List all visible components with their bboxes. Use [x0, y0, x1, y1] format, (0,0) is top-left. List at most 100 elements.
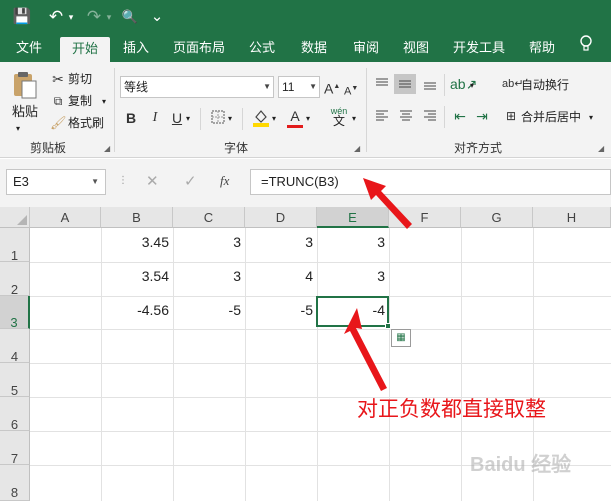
font-name-select[interactable]: 等线 ▼ — [120, 76, 274, 98]
border-icon[interactable] — [210, 110, 226, 127]
cut-button[interactable]: 剪切 — [68, 71, 92, 87]
customize-toolbar-icon[interactable]: ⌄ — [150, 6, 164, 28]
tab-insert[interactable]: 插入 — [114, 34, 158, 62]
cancel-icon[interactable]: ✕ — [146, 172, 159, 190]
underline-dropdown-icon[interactable]: ▾ — [186, 111, 190, 127]
font-color-icon[interactable]: A — [286, 108, 304, 128]
clipboard-launcher-icon[interactable]: ◢ — [104, 144, 110, 153]
increase-font-icon[interactable]: A▲ — [324, 79, 340, 97]
border-dropdown-icon[interactable]: ▾ — [228, 111, 232, 127]
font-color-dropdown-icon[interactable]: ▾ — [306, 111, 310, 127]
cell-b3[interactable]: -4.56 — [101, 300, 173, 320]
column-header-a[interactable]: A — [30, 207, 101, 228]
font-size-select[interactable]: 11 ▼ — [278, 76, 320, 98]
cell-d1[interactable]: 3 — [245, 232, 317, 252]
row-header-6[interactable]: 6 — [0, 397, 30, 432]
row-header-4[interactable]: 4 — [0, 329, 30, 364]
cell-c3[interactable]: -5 — [173, 300, 245, 320]
column-header-b[interactable]: B — [101, 207, 173, 228]
row-header-3[interactable]: 3 — [0, 296, 30, 330]
tab-home[interactable]: 开始 — [60, 37, 110, 62]
align-middle-icon[interactable] — [394, 74, 416, 94]
align-center-icon[interactable] — [396, 108, 416, 127]
phonetic-dropdown-icon[interactable]: ▾ — [352, 111, 356, 127]
format-painter-button[interactable]: 格式刷 — [68, 115, 104, 131]
decrease-indent-icon[interactable]: ⇤ — [450, 108, 470, 124]
cell-e1[interactable]: 3 — [317, 232, 389, 252]
font-launcher-icon[interactable]: ◢ — [354, 144, 360, 153]
column-header-e[interactable]: E — [317, 207, 389, 228]
cell-b2[interactable]: 3.54 — [101, 266, 173, 286]
cell-c1[interactable]: 3 — [173, 232, 245, 252]
print-preview-icon[interactable]: 🔍 — [120, 6, 140, 28]
undo-dropdown-icon[interactable]: ▾ — [66, 6, 76, 28]
cell-d2[interactable]: 4 — [245, 266, 317, 286]
cell-b1[interactable]: 3.45 — [101, 232, 173, 252]
merge-center-button[interactable]: 合并后居中 — [521, 109, 581, 125]
alignment-launcher-icon[interactable]: ◢ — [598, 144, 604, 153]
underline-button[interactable]: U — [170, 110, 184, 126]
divider — [444, 106, 445, 128]
select-all-corner[interactable] — [0, 207, 30, 228]
column-header-f[interactable]: F — [389, 207, 461, 228]
tab-formulas[interactable]: 公式 — [240, 34, 284, 62]
phonetic-guide-button[interactable]: wén 文 — [330, 106, 348, 127]
decrease-font-icon[interactable]: A▼ — [344, 81, 358, 100]
gridline — [30, 262, 611, 263]
cell-e2[interactable]: 3 — [317, 266, 389, 286]
format-painter-icon[interactable]: 🖌 — [50, 115, 67, 131]
column-header-c[interactable]: C — [173, 207, 245, 228]
tab-developer[interactable]: 开发工具 — [446, 34, 512, 62]
orientation-icon[interactable]: ab↗ — [450, 76, 477, 92]
align-bottom-icon[interactable] — [420, 76, 440, 95]
align-right-icon[interactable] — [420, 108, 440, 127]
cell-c2[interactable]: 3 — [173, 266, 245, 286]
copy-button[interactable]: 复制 — [68, 93, 92, 109]
tab-page-layout[interactable]: 页面布局 — [166, 34, 232, 62]
gridline — [30, 329, 611, 330]
tab-data[interactable]: 数据 — [292, 34, 336, 62]
cell-d3[interactable]: -5 — [245, 300, 317, 320]
paste-button[interactable]: 粘贴 — [12, 104, 38, 120]
row-header-5[interactable]: 5 — [0, 363, 30, 398]
paste-icon[interactable] — [12, 70, 38, 100]
enter-icon[interactable]: ✓ — [184, 172, 197, 190]
save-icon[interactable]: 💾 — [12, 6, 32, 28]
fill-color-icon[interactable] — [252, 108, 270, 131]
align-top-icon[interactable] — [372, 76, 392, 95]
tab-review[interactable]: 审阅 — [344, 34, 388, 62]
wrap-text-button[interactable]: 自动换行 — [521, 77, 569, 93]
lightbulb-icon[interactable] — [574, 34, 598, 62]
merge-center-icon[interactable]: ⊞ — [502, 108, 520, 124]
column-header-g[interactable]: G — [461, 207, 533, 228]
fill-color-dropdown-icon[interactable]: ▾ — [272, 111, 276, 127]
quick-analysis-icon[interactable]: ▦ — [391, 329, 411, 347]
undo-icon[interactable]: ↶ — [46, 6, 66, 28]
redo-dropdown-icon[interactable]: ▾ — [104, 6, 114, 28]
tab-help[interactable]: 帮助 — [520, 34, 564, 62]
row-header-8[interactable]: 8 — [0, 465, 30, 501]
name-box[interactable]: E3 ▼ — [6, 169, 106, 195]
scissors-icon[interactable]: ✂ — [50, 71, 66, 87]
wrap-text-icon[interactable]: ab↵ — [502, 76, 523, 92]
merge-dropdown-icon[interactable]: ▾ — [589, 110, 593, 126]
align-left-icon[interactable] — [372, 108, 392, 127]
copy-dropdown-icon[interactable]: ▾ — [102, 94, 106, 110]
insert-function-icon[interactable]: fx — [220, 173, 229, 189]
copy-icon[interactable]: ⧉ — [50, 93, 66, 109]
row-header-7[interactable]: 7 — [0, 431, 30, 466]
column-header-h[interactable]: H — [533, 207, 611, 228]
paste-dropdown-icon[interactable]: ▾ — [16, 121, 20, 137]
tab-view[interactable]: 视图 — [394, 34, 438, 62]
formula-input[interactable]: =TRUNC(B3) — [250, 169, 611, 195]
redo-icon[interactable]: ↷ — [84, 6, 104, 28]
italic-button[interactable]: I — [148, 110, 162, 126]
row-header-2[interactable]: 2 — [0, 262, 30, 297]
drag-handle-icon[interactable]: ⋮ — [118, 175, 128, 186]
row-header-1[interactable]: 1 — [0, 228, 30, 263]
bold-button[interactable]: B — [124, 110, 138, 126]
column-header-d[interactable]: D — [245, 207, 317, 228]
tab-file[interactable]: 文件 — [6, 34, 52, 62]
increase-indent-icon[interactable]: ⇥ — [472, 108, 492, 124]
orientation-dropdown-icon[interactable]: ▾ — [470, 78, 474, 94]
